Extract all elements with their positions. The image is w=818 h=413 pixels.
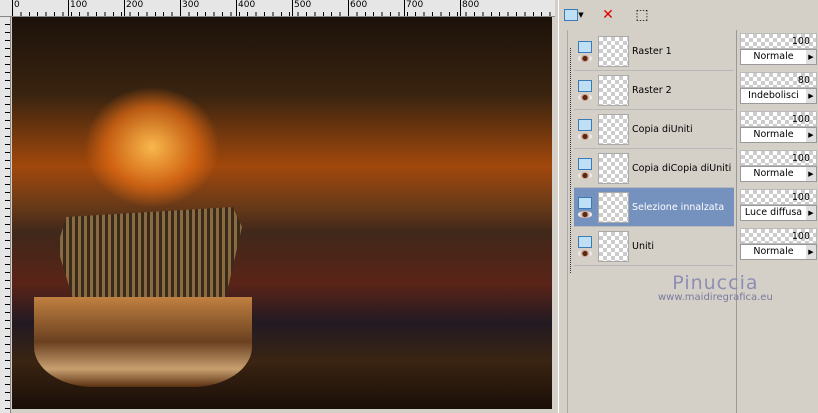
- opacity-value: 100: [791, 36, 810, 47]
- blend-mode-select[interactable]: Luce diffusa ▶: [740, 205, 817, 221]
- ruler-label: 300: [180, 0, 199, 16]
- layers-toolbar: ▼ ✕ ⬚: [559, 0, 818, 29]
- layer-name: Uniti: [632, 240, 654, 252]
- layer-name: Raster 1: [632, 45, 672, 57]
- opacity-slider[interactable]: 100: [740, 111, 817, 127]
- layer-props: 80 Indebolisci ▶: [740, 72, 817, 106]
- layer-thumbnail: [598, 74, 629, 106]
- layer-thumbnail: [598, 113, 629, 145]
- layer-name: Raster 2: [632, 84, 672, 96]
- ruler-label: 100: [68, 0, 87, 16]
- opacity-value: 100: [791, 153, 810, 164]
- dropdown-arrow-icon[interactable]: ▶: [806, 245, 816, 259]
- layer-name: Copia diCopia diUniti: [632, 162, 732, 174]
- vertical-ruler: [0, 17, 11, 413]
- visibility-eye-icon[interactable]: [578, 171, 592, 179]
- raster-layer-icon: [578, 79, 592, 92]
- layer-row[interactable]: Copia diCopia diUniti: [574, 149, 734, 188]
- layer-name: Selezione innalzata: [632, 201, 725, 213]
- layer-thumbnail: [598, 152, 629, 184]
- layer-icons: [574, 40, 596, 62]
- new-layer-icon[interactable]: ▼: [563, 5, 585, 25]
- layer-row[interactable]: Copia diUniti: [574, 110, 734, 149]
- opacity-slider[interactable]: 100: [740, 33, 817, 49]
- horizontal-ruler: 0 100 200 300 400 500 600 700 800: [0, 0, 555, 17]
- blend-mode-select[interactable]: Normale ▶: [740, 127, 817, 143]
- blend-mode-select[interactable]: Normale ▶: [740, 244, 817, 260]
- ruler-label: 200: [124, 0, 143, 16]
- dropdown-arrow-icon[interactable]: ▶: [806, 50, 816, 64]
- layer-icons: [574, 118, 596, 140]
- ruler-label: 500: [292, 0, 311, 16]
- blend-mode-select[interactable]: Normale ▶: [740, 166, 817, 182]
- layer-row[interactable]: Raster 2: [574, 71, 734, 110]
- blend-mode-select[interactable]: Indebolisci ▶: [740, 88, 817, 104]
- group-connector: [570, 48, 571, 273]
- opacity-value: 100: [791, 231, 810, 242]
- layer-icons: [574, 79, 596, 101]
- dropdown-arrow-icon[interactable]: ▶: [806, 206, 816, 220]
- layer-thumbnail: [598, 191, 629, 223]
- delete-layer-icon[interactable]: ✕: [597, 5, 619, 25]
- ruler-label: 400: [236, 0, 255, 16]
- opacity-slider[interactable]: 100: [740, 150, 817, 166]
- opacity-value: 80: [797, 75, 810, 86]
- visibility-eye-icon[interactable]: [578, 93, 592, 101]
- blend-mode-value: Indebolisci: [748, 90, 799, 101]
- layer-name: Copia diUniti: [632, 123, 693, 135]
- opacity-value: 100: [791, 192, 810, 203]
- layer-icons: [574, 157, 596, 179]
- raster-layer-icon: [578, 235, 592, 248]
- opacity-slider[interactable]: 100: [740, 189, 817, 205]
- raster-layer-icon: [578, 196, 592, 209]
- layer-properties: 100 Normale ▶ 80 Indebolisci ▶ 100 Normale ▶ 100 N…: [736, 30, 818, 413]
- layer-list: Raster 1 Raster 2 Copia diUniti Copia diCop…: [567, 30, 735, 413]
- layer-icons: [574, 235, 596, 257]
- raster-layer-icon: [578, 40, 592, 53]
- layer-props: 100 Normale ▶: [740, 33, 817, 67]
- opacity-slider[interactable]: 80: [740, 72, 817, 88]
- ruler-label: 800: [460, 0, 479, 16]
- image-canvas[interactable]: [12, 17, 552, 409]
- blend-mode-value: Luce diffusa: [744, 207, 803, 218]
- layer-icons: [574, 196, 596, 218]
- blend-mode-select[interactable]: Normale ▶: [740, 49, 817, 65]
- layer-thumbnail: [598, 35, 629, 67]
- layers-palette: ▼ ✕ ⬚ Raster 1 Raster 2 Copia diUniti Copia…: [558, 0, 818, 413]
- layer-props: 100 Normale ▶: [740, 228, 817, 262]
- layer-thumbnail: [598, 230, 629, 262]
- layer-row[interactable]: Raster 1: [574, 32, 734, 71]
- opacity-value: 100: [791, 114, 810, 125]
- layer-props: 100 Normale ▶: [740, 150, 817, 184]
- layer-row[interactable]: Uniti: [574, 227, 734, 266]
- layer-props: 100 Normale ▶: [740, 111, 817, 145]
- blend-mode-value: Normale: [753, 168, 794, 179]
- blend-mode-value: Normale: [753, 51, 794, 62]
- visibility-eye-icon[interactable]: [578, 210, 592, 218]
- visibility-eye-icon[interactable]: [578, 132, 592, 140]
- visibility-eye-icon[interactable]: [578, 249, 592, 257]
- ruler-label: 0: [12, 0, 20, 16]
- visibility-eye-icon[interactable]: [578, 54, 592, 62]
- opacity-slider[interactable]: 100: [740, 228, 817, 244]
- raster-layer-icon: [578, 118, 592, 131]
- layer-row[interactable]: Selezione innalzata: [574, 188, 734, 227]
- blend-mode-value: Normale: [753, 246, 794, 257]
- ruler-label: 700: [404, 0, 423, 16]
- blend-mode-value: Normale: [753, 129, 794, 140]
- dropdown-arrow-icon[interactable]: ▶: [806, 167, 816, 181]
- layer-props: 100 Luce diffusa ▶: [740, 189, 817, 223]
- bowl-artwork: [34, 297, 252, 387]
- dropdown-arrow-icon[interactable]: ▶: [806, 89, 816, 103]
- year-text-artwork: [57, 207, 242, 307]
- dropdown-arrow-icon[interactable]: ▶: [806, 128, 816, 142]
- edit-selection-icon[interactable]: ⬚: [631, 5, 653, 25]
- ruler-label: 600: [348, 0, 367, 16]
- raster-layer-icon: [578, 157, 592, 170]
